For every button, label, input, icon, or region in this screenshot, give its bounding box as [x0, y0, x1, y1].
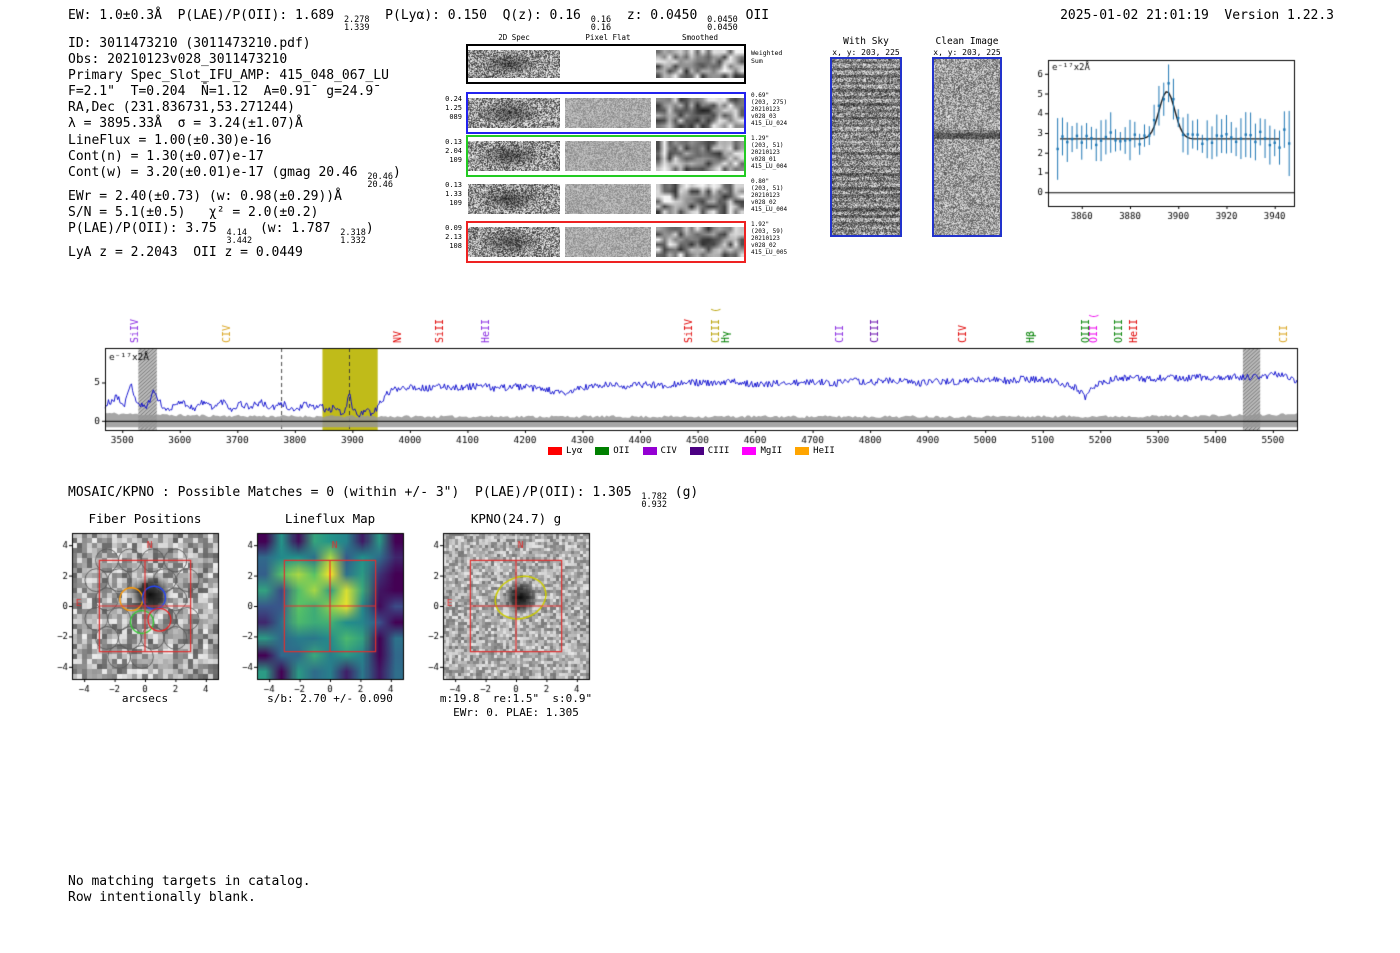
weighted-sum-line2: Sum — [751, 56, 763, 65]
fiber-positions-xlabel: arcsecs — [121, 692, 169, 705]
spec2d-row-1 — [466, 92, 746, 134]
spec2d-row-4-right-labels: 1.92" (203, 59) 20210123 v028_02 415_LU_… — [751, 221, 788, 256]
fiber-positions-title: Fiber Positions — [88, 511, 202, 526]
kpno-image-plot — [419, 529, 595, 697]
weighted-sum-label: Weighted Sum — [751, 49, 782, 65]
spec2d-row-weighted — [466, 44, 746, 84]
info-line-6: LineFlux = 1.00(±0.30)e-16 — [68, 132, 272, 148]
legend-swatch — [642, 447, 657, 455]
with-sky-image — [830, 57, 902, 237]
spec2d-row-2-right-labels: 1.29" (203, 51) 20210123 v028_01 415_LU_… — [751, 135, 788, 170]
fiber-positions-plot — [48, 529, 224, 697]
spec2d-row-1-right-labels: 0.69" (203, 275) 20210123 v028_03 415_LU… — [751, 92, 788, 127]
pixelflat-image — [565, 184, 651, 214]
smoothed-image — [656, 50, 744, 78]
stacked-uncertainty: 20.46 20.46 — [367, 171, 394, 190]
mosaic-header-line: MOSAIC/KPNO : Possible Matches = 0 (with… — [68, 485, 699, 510]
pixelflat-image — [565, 227, 651, 257]
legend-label: HeII — [813, 446, 835, 456]
spec2d-image — [468, 98, 560, 128]
stacked-uncertainty: 2.278 1.339 — [343, 15, 370, 33]
spec2d-col-header-smoothed: Smoothed — [681, 33, 719, 42]
spec2d-row-3 — [466, 178, 746, 220]
kpno-title: KPNO(24.7) g — [470, 511, 562, 526]
legend-swatch — [742, 447, 757, 455]
legend-swatch — [795, 447, 810, 455]
clean-image — [932, 57, 1002, 237]
kpno-xlabel2: EWr: 0. PLAE: 1.305 — [453, 706, 579, 719]
legend-label: CIII — [707, 446, 730, 456]
info-line-12: LyA z = 2.2043 OII z = 0.0449 — [68, 244, 303, 260]
kpno-xlabel: m:19.8 re:1.5" s:0.9" — [439, 692, 593, 705]
spec2d-row-2 — [466, 135, 746, 177]
spec2d-col-header-pixelflat: Pixel Flat — [585, 33, 631, 42]
stacked-uncertainty: 0.16 0.16 — [590, 15, 612, 33]
footer-line-2: Row intentionally blank. — [68, 889, 256, 905]
stacked-uncertainty: 4.14 3.442 — [226, 227, 253, 246]
info-line-10: S/N = 5.1(±0.5) χ² = 2.0(±0.2) — [68, 204, 319, 220]
smoothed-image — [656, 98, 744, 128]
legend-item-OII: OII — [595, 446, 630, 456]
spec2d-row-4-left-labels: 0.09 2.13 108 — [445, 224, 462, 250]
header-summary-line: EW: 1.0±0.3Å P(LAE)/P(OII): 1.689 2.278 1… — [68, 8, 770, 33]
spectrum-legend: Lyα OII CIV CIII MgII HeII — [548, 446, 835, 456]
stacked-uncertainty: 1.782 0.932 — [641, 492, 667, 510]
spec2d-image — [468, 50, 560, 78]
info-line-9: EWr = 2.40(±0.73) (w: 0.98(±0.29))Å — [68, 188, 342, 204]
spec2d-row-3-right-labels: 0.80" (203, 51) 20210123 v028_02 415_LU_… — [751, 178, 788, 213]
legend-label: CIV — [660, 446, 677, 456]
catalog-match-note: No matching targets in catalog. Row inte… — [68, 874, 311, 905]
spec2d-row-4 — [466, 221, 746, 263]
panel-gap — [560, 46, 656, 82]
info-line-5: λ = 3895.33Å σ = 3.24(±1.07)Å — [68, 116, 303, 132]
info-line-11: P(LAE)/P(OII): 3.75 4.14 3.442 (w: 1.787 … — [68, 220, 374, 246]
smoothed-image — [656, 227, 744, 257]
lineflux-map-xlabel: s/b: 2.70 +/- 0.090 — [267, 692, 393, 705]
stacked-uncertainty: 0.0450 0.0450 — [707, 15, 738, 33]
spec2d-image — [468, 227, 560, 257]
spec2d-col-header-2dspec: 2D Spec — [498, 33, 530, 42]
info-line-1: Obs: 20210123v028_3011473210 — [68, 52, 288, 68]
pixelflat-image — [565, 98, 651, 128]
legend-swatch — [548, 447, 562, 455]
legend-label: OII — [613, 446, 630, 456]
spec2d-row-3-left-labels: 0.13 1.33 109 — [445, 181, 462, 207]
full-spectrum-chart — [55, 272, 1325, 464]
pixelflat-image — [565, 141, 651, 171]
info-line-0: ID: 3011473210 (3011473210.pdf) — [68, 36, 311, 51]
footer-line-1: No matching targets in catalog. — [68, 874, 311, 889]
legend-item-HeII: HeII — [795, 446, 835, 456]
info-line-7: Cont(n) = 1.30(±0.07)e-17 — [68, 148, 264, 164]
spec2d-image — [468, 141, 560, 171]
legend-item-Lyα: Lyα — [548, 446, 582, 456]
clean-image-title: Clean Image — [935, 36, 999, 47]
info-line-2: Primary Spec_Slot_IFU_AMP: 415_048_067_L… — [68, 68, 389, 84]
spec2d-row-1-left-labels: 0.24 1.25 089 — [445, 95, 462, 121]
legend-item-MgII: MgII — [742, 446, 782, 456]
stacked-uncertainty: 2.318 1.332 — [340, 227, 366, 246]
smoothed-image — [656, 184, 744, 214]
lineflux-map-plot — [233, 529, 409, 697]
legend-swatch — [689, 447, 704, 455]
lineflux-map-title: Lineflux Map — [284, 511, 376, 526]
info-line-3: F=2.1" T=0.204 N̄=1.12 A=0.91̄ g=24.9̄ — [68, 84, 374, 100]
line-fit-chart — [1016, 46, 1306, 241]
legend-item-CIV: CIV — [642, 446, 677, 456]
detection-info-block: ID: 3011473210 (3011473210.pdf) Obs: 2021… — [68, 36, 401, 261]
elixer-detection-report: EW: 1.0±0.3Å P(LAE)/P(OII): 1.689 2.278 1… — [0, 0, 1400, 953]
clean-image-coords: x, y: 203, 225 — [933, 48, 1001, 57]
info-line-4: RA,Dec (231.836731,53.271244) — [68, 100, 295, 116]
legend-label: MgII — [760, 446, 783, 456]
legend-item-CIII: CIII — [689, 446, 730, 456]
spec2d-rows — [466, 44, 750, 264]
spec2d-row-2-left-labels: 0.13 2.04 109 — [445, 138, 462, 164]
header-version-timestamp: 2025-01-02 21:01:19 Version 1.22.3 — [1060, 8, 1334, 23]
info-line-8: Cont(w) = 3.20(±0.01)e-17 (gmag 20.46 20… — [68, 164, 401, 190]
legend-label: Lyα — [566, 446, 583, 456]
spec2d-image — [468, 184, 560, 214]
legend-swatch — [595, 447, 610, 455]
smoothed-image — [656, 141, 744, 171]
